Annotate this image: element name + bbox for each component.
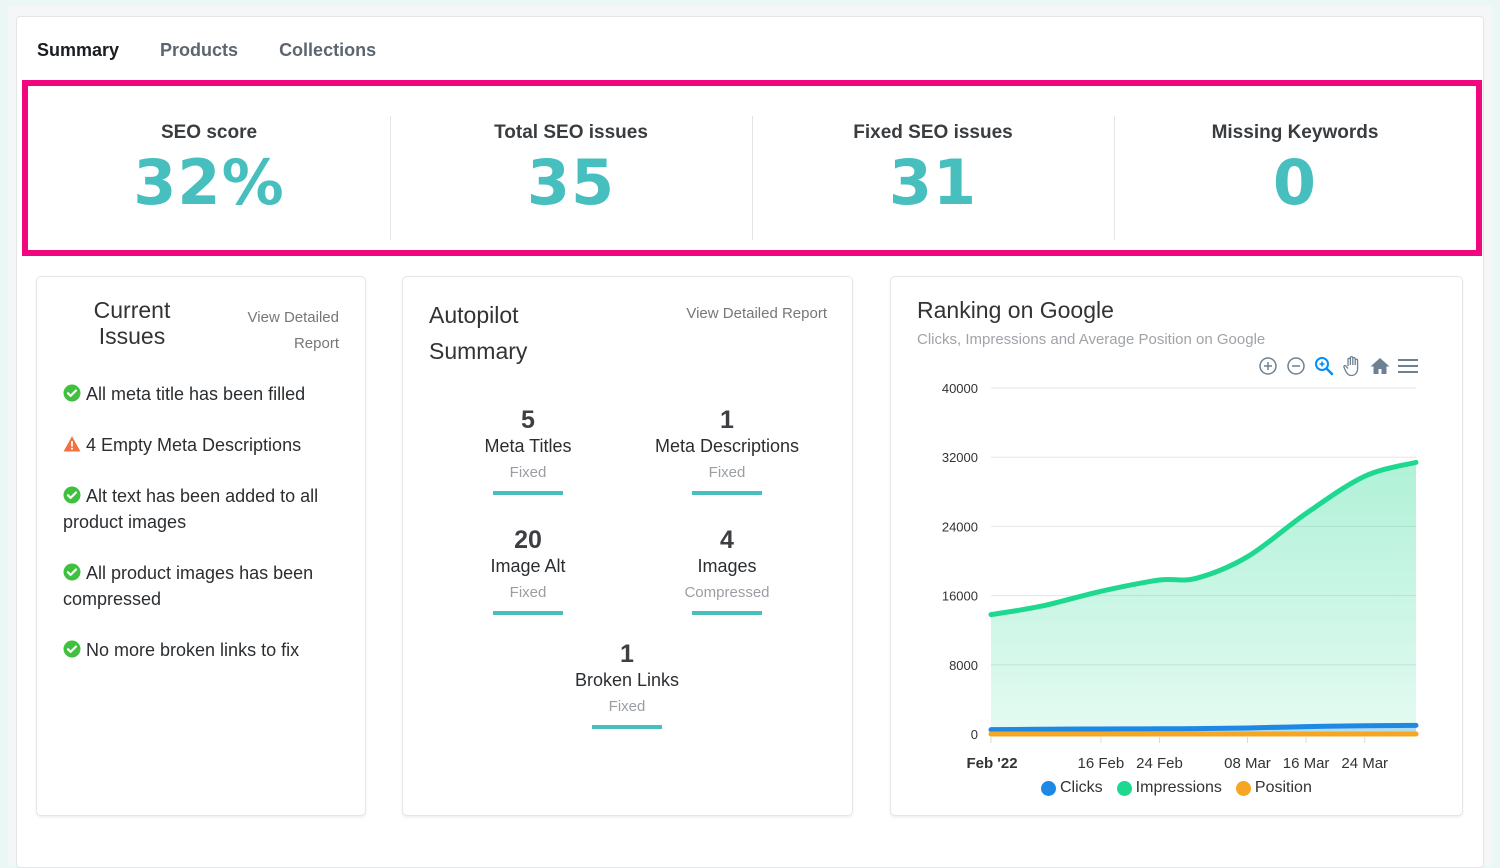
stat-value: 0 xyxy=(1272,146,1318,219)
stat-total-issues: Total SEO issues 35 xyxy=(390,86,752,250)
stat-value: 32% xyxy=(133,146,285,219)
tab-summary[interactable]: Summary xyxy=(37,40,119,61)
autopilot-name: Broken Links xyxy=(574,670,680,690)
autopilot-item-broken-links: 1 Broken Links Fixed xyxy=(527,641,727,729)
stat-label: Missing Keywords xyxy=(1211,122,1379,143)
legend-label: Position xyxy=(1254,779,1312,796)
autopilot-status: Fixed xyxy=(708,464,746,481)
autopilot-bar xyxy=(692,611,762,615)
issue-item: All product images has been compressed xyxy=(63,560,343,612)
y-tick-label: 16000 xyxy=(942,589,978,604)
check-circle-icon xyxy=(63,639,81,658)
legend-label: Clicks xyxy=(1060,779,1103,796)
autopilot-count: 4 xyxy=(720,526,734,554)
tab-collections[interactable]: Collections xyxy=(279,40,376,61)
legend-item-clicks[interactable]: Clicks xyxy=(1041,779,1103,797)
legend-label: Impressions xyxy=(1135,779,1222,796)
check-circle-icon xyxy=(63,383,81,402)
autopilot-count: 20 xyxy=(514,526,542,554)
stat-seo-score: SEO score 32% xyxy=(28,86,390,250)
issue-item: No more broken links to fix xyxy=(63,637,343,663)
autopilot-bar xyxy=(493,491,563,495)
autopilot-count: 5 xyxy=(521,406,535,434)
autopilot-bar xyxy=(692,491,762,495)
autopilot-status: Fixed xyxy=(608,698,646,715)
stat-value: 31 xyxy=(888,146,978,219)
legend-marker xyxy=(1116,780,1132,796)
stat-label: SEO score xyxy=(160,122,258,143)
autopilot-count: 1 xyxy=(720,406,734,434)
stat-fixed-issues: Fixed SEO issues 31 xyxy=(752,86,1114,250)
issue-text: All product images has been compressed xyxy=(63,563,314,609)
autopilot-name: Image Alt xyxy=(490,556,566,576)
autopilot-count: 1 xyxy=(620,640,634,668)
tab-bar: Summary Products Collections xyxy=(37,40,417,61)
check-circle-icon xyxy=(63,485,81,504)
ranking-chart: 0 8000 16000 24000 32000 40000 Feb '22 16 Feb 24… xyxy=(942,381,1419,772)
x-tick-label: 16 Feb xyxy=(1078,755,1125,772)
seo-stats-panel: SEO score 32% Total SEO issues 35 Fixed … xyxy=(22,80,1482,256)
stat-missing-keywords: Missing Keywords 0 xyxy=(1114,86,1476,250)
issue-text: No more broken links to fix xyxy=(86,640,300,660)
chart-legend: Clicks Impressions Position xyxy=(1041,779,1312,797)
autopilot-name: Images xyxy=(697,556,757,576)
y-tick-label: 0 xyxy=(971,727,978,742)
autopilot-item-meta-titles: 5 Meta Titles Fixed xyxy=(428,407,628,495)
issue-text: All meta title has been filled xyxy=(86,384,306,404)
stat-label: Fixed SEO issues xyxy=(853,122,1013,143)
x-tick-label: 16 Mar xyxy=(1283,755,1330,772)
autopilot-bar xyxy=(592,725,662,729)
issue-item: All meta title has been filled xyxy=(63,381,343,407)
y-tick-label: 32000 xyxy=(942,450,978,465)
autopilot-status: Fixed xyxy=(509,464,547,481)
legend-item-position[interactable]: Position xyxy=(1235,779,1312,797)
autopilot-status: Fixed xyxy=(509,584,547,601)
issue-list: All meta title has been filled 4 Empty M… xyxy=(63,381,343,688)
issue-item: 4 Empty Meta Descriptions xyxy=(63,432,343,458)
autopilot-summary-card: Autopilot Summary View Detailed Report 5… xyxy=(402,276,853,816)
area-impressions xyxy=(991,462,1416,734)
autopilot-item-image-alt: 20 Image Alt Fixed xyxy=(428,527,628,615)
y-tick-label: 40000 xyxy=(942,381,978,396)
autopilot-name: Meta Descriptions xyxy=(654,436,800,456)
x-tick-label: 24 Mar xyxy=(1341,755,1388,772)
ranking-card: Ranking on Google Clicks, Impressions an… xyxy=(890,276,1463,816)
y-tick-label: 8000 xyxy=(949,658,978,673)
x-tick-label: 24 Feb xyxy=(1136,755,1183,772)
issue-text: Alt text has been added to all product i… xyxy=(63,486,319,532)
warning-triangle-icon xyxy=(63,434,81,452)
legend-item-impressions[interactable]: Impressions xyxy=(1116,779,1222,797)
stat-value: 35 xyxy=(526,146,616,219)
current-issues-title: Current Issues xyxy=(93,297,171,349)
autopilot-title: Autopilot Summary xyxy=(429,302,528,364)
issue-item: Alt text has been added to all product i… xyxy=(63,483,343,535)
y-tick-label: 24000 xyxy=(942,519,978,534)
tab-products[interactable]: Products xyxy=(160,40,238,61)
autopilot-item-meta-descriptions: 1 Meta Descriptions Fixed xyxy=(627,407,827,495)
legend-marker xyxy=(1041,780,1056,796)
view-detailed-report-link[interactable]: View Detailed Report xyxy=(686,305,827,322)
x-tick-label: 08 Mar xyxy=(1224,755,1271,772)
x-tick-label: Feb '22 xyxy=(966,755,1017,772)
autopilot-status: Compressed xyxy=(684,584,770,601)
check-circle-icon xyxy=(63,562,81,581)
autopilot-item-images: 4 Images Compressed xyxy=(627,527,827,615)
autopilot-name: Meta Titles xyxy=(484,436,572,456)
issue-text: 4 Empty Meta Descriptions xyxy=(86,435,302,455)
autopilot-bar xyxy=(493,611,563,615)
current-issues-card: Current Issues View Detailed Report All … xyxy=(36,276,366,816)
stat-label: Total SEO issues xyxy=(494,122,648,143)
view-detailed-report-link[interactable]: View Detailed Report xyxy=(219,305,339,357)
legend-marker xyxy=(1235,780,1251,796)
